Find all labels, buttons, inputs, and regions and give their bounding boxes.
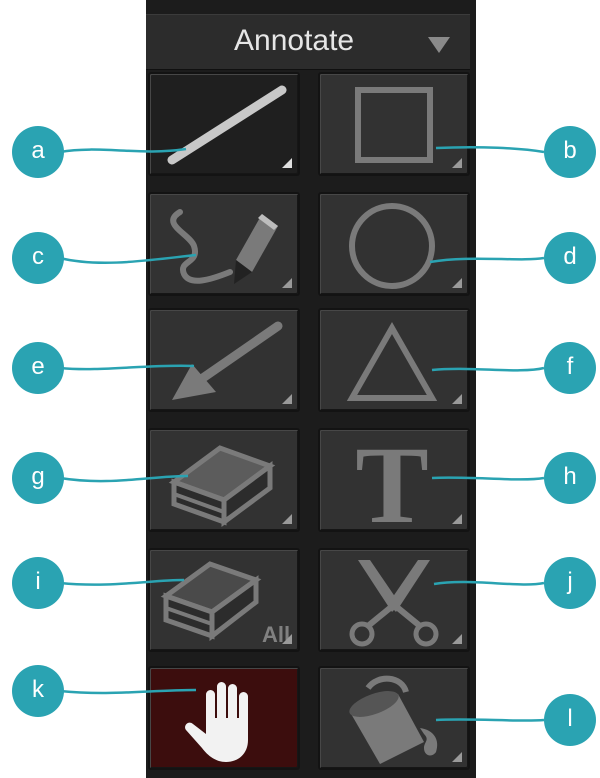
callout-f: f [544,342,596,394]
callout-d: d [544,232,596,284]
callout-l: l [544,694,596,746]
callout-c: c [12,232,64,284]
callout-leader-lines [59,145,545,722]
callout-j: j [544,557,596,609]
callout-k: k [12,665,64,717]
callout-b: b [544,126,596,178]
callout-g: g [12,452,64,504]
callout-h: h [544,452,596,504]
callout-e: e [12,342,64,394]
callout-a: a [12,126,64,178]
callout-i: i [12,557,64,609]
